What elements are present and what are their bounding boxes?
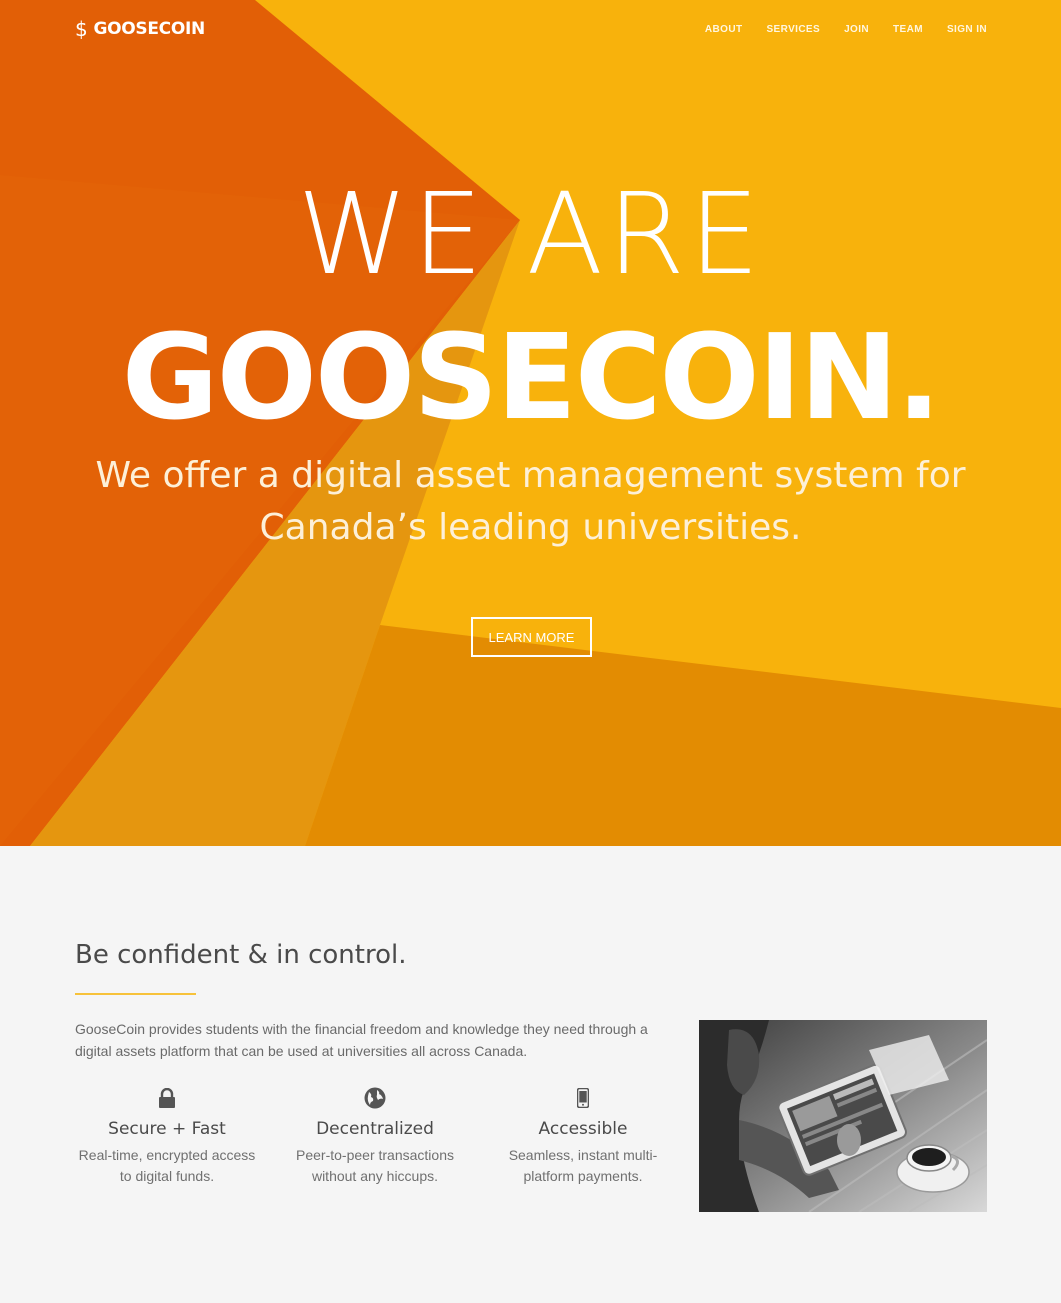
mobile-phone-icon [488,1085,678,1111]
feature-title: Accessible [538,1119,628,1139]
top-nav: $ GOOSECOIN ABOUT SERVICES JOIN TEAM SIG… [0,0,1061,62]
nav-item-sign-in[interactable]: SIGN IN [947,24,987,35]
logo-text: GOOSECOIN [93,19,205,39]
feature-description: Peer-to-peer transactions without any hi… [296,1147,454,1184]
nav-item-join[interactable]: JOIN [844,24,869,35]
logo[interactable]: $ GOOSECOIN [75,19,205,39]
feature-decentralized: Decentralized Peer-to-peer transactions … [280,1085,470,1187]
nav-item-team[interactable]: TEAM [893,24,923,35]
intro-paragraph: GooseCoin provides students with the fin… [75,1021,648,1059]
feature-secure: Secure + Fast Real-time, encrypted acces… [72,1085,262,1187]
title-underline [75,993,196,995]
feature-description: Seamless, instant multi-platform payment… [508,1147,658,1184]
nav-item-services[interactable]: SERVICES [766,24,820,35]
globe-icon [280,1085,470,1111]
hero-section: $ GOOSECOIN ABOUT SERVICES JOIN TEAM SIG… [0,0,1061,846]
section-title: Be confident & in control. [75,940,407,970]
feature-title: Decentralized [316,1119,434,1139]
lock-icon [72,1085,262,1111]
feature-accessible: Accessible Seamless, instant multi-platf… [488,1085,678,1187]
tablet-coffee-photo [699,1020,987,1212]
learn-more-button[interactable]: LEARN MORE [471,617,592,657]
nav-item-about[interactable]: ABOUT [705,24,743,35]
hero-subtitle: We offer a digital asset management syst… [95,455,966,548]
hero-heading-line1: WE ARE [297,170,764,300]
dollar-icon: $ [75,17,88,41]
feature-description: Real-time, encrypted access to digital f… [78,1147,256,1184]
feature-title: Secure + Fast [108,1119,226,1139]
nav-menu: ABOUT SERVICES JOIN TEAM SIGN IN [705,24,987,35]
hero-heading-line2: GOOSECOIN. [121,308,941,446]
